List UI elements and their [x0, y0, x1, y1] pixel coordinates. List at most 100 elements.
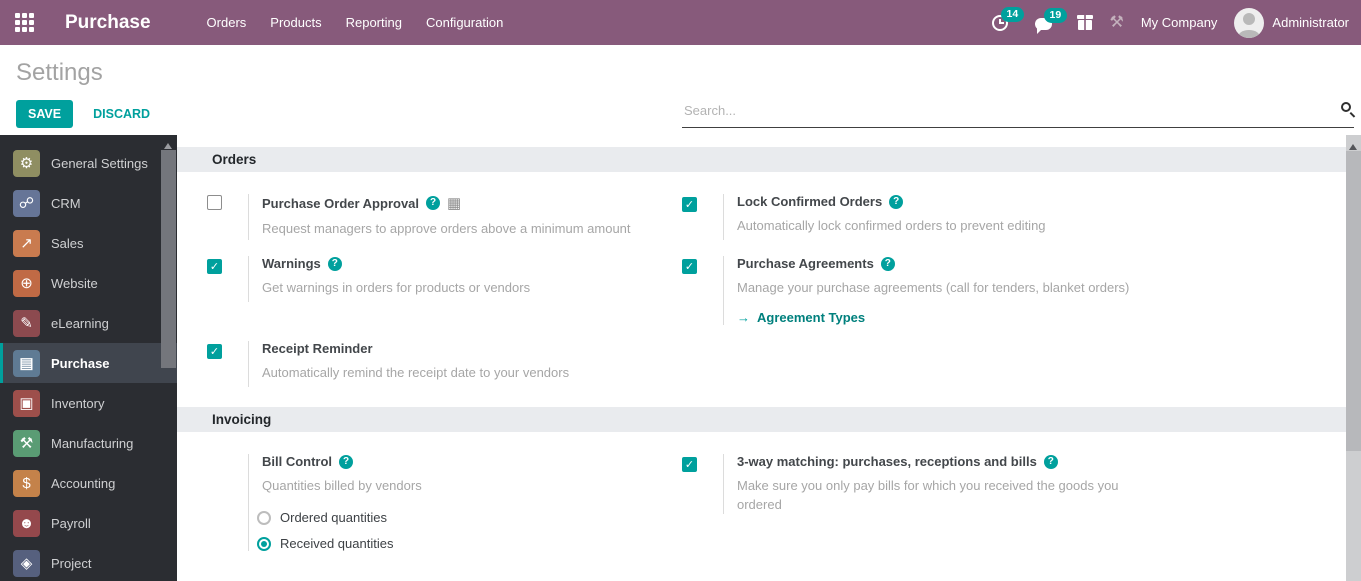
sidebar-item-manufacturing[interactable]: ⚒ Manufacturing	[0, 423, 177, 463]
checkbox-unchecked[interactable]	[207, 195, 222, 210]
section-body-orders: Purchase Order Approval? ▦ Request manager…	[177, 172, 1361, 407]
invoice-icon: $	[13, 469, 40, 497]
enterprise-upgrade-icon: ▦	[447, 195, 462, 212]
scroll-up-icon	[164, 139, 172, 149]
setting-label-text: Purchase Order Approval	[262, 195, 420, 211]
empty-cell	[682, 341, 1361, 387]
sidebar-item-label: Website	[51, 275, 98, 291]
top-menu-orders[interactable]: Orders	[207, 11, 247, 34]
setting-label-text: Receipt Reminder	[262, 341, 373, 356]
setting-bill-control: Bill Control? Quantities billed by vendor…	[207, 454, 682, 551]
content-scrollbar[interactable]	[1346, 135, 1361, 581]
company-switcher[interactable]: My Company	[1141, 15, 1218, 30]
setting-text: Warnings? Get warnings in orders for prod…	[248, 256, 530, 302]
wrench-icon: ⚒	[1109, 13, 1124, 31]
help-icon[interactable]: ?	[880, 256, 895, 271]
user-menu[interactable]: Administrator	[1234, 7, 1349, 38]
help-icon[interactable]: ?	[339, 454, 354, 469]
sidebar-item-payroll[interactable]: ☻ Payroll	[0, 503, 177, 543]
scrollbar-thumb[interactable]	[1346, 151, 1361, 451]
help-icon[interactable]: ?	[889, 194, 904, 209]
search-input[interactable]	[682, 99, 1354, 128]
sidebar-item-label: General Settings	[51, 155, 148, 171]
link-label: Agreement Types	[757, 310, 866, 325]
sidebar-item-label: Purchase	[51, 355, 110, 371]
radio-option-ordered-quantities[interactable]: Ordered quantities	[257, 510, 422, 525]
checkbox-checked[interactable]	[207, 344, 222, 359]
setting-purchase-order-approval: Purchase Order Approval? ▦ Request manager…	[207, 194, 682, 240]
user-name: Administrator	[1272, 15, 1349, 30]
setting-label: Purchase Order Approval? ▦	[262, 194, 631, 212]
systray: 14 19 ⚒ My Company Administrator	[991, 6, 1349, 38]
save-button[interactable]: SAVE	[16, 100, 74, 128]
sidebar-item-label: Sales	[51, 235, 84, 251]
link-agreement-types[interactable]: → Agreement Types	[737, 310, 1129, 325]
checkbox-col	[682, 256, 723, 275]
radio-label: Ordered quantities	[280, 510, 387, 525]
settings-sidebar: ⚙ General Settings ☍ CRM ↗ Sales ⊕ Website ✎ eLea…	[0, 135, 177, 581]
setting-description: Get warnings in orders for products or v…	[262, 280, 531, 295]
setting-label: Lock Confirmed Orders?	[737, 194, 1046, 209]
radio-icon[interactable]	[257, 510, 271, 525]
message-count-badge: 19	[1043, 7, 1068, 23]
apps-grid-icon[interactable]	[15, 13, 34, 32]
help-icon[interactable]: ?	[327, 256, 342, 271]
setting-purchase-agreements: Purchase Agreements? Manage your purchase…	[682, 256, 1361, 325]
radio-selected-icon[interactable]	[257, 536, 271, 551]
help-icon[interactable]: ?	[1043, 454, 1058, 469]
activity-count-badge: 14	[1000, 6, 1025, 22]
section-body-invoicing: Bill Control? Quantities billed by vendor…	[177, 432, 1361, 571]
box-icon: ▣	[13, 389, 40, 417]
setting-text: 3-way matching: purchases, receptions an…	[723, 454, 1145, 514]
sidebar-item-inventory[interactable]: ▣ Inventory	[0, 383, 177, 423]
setting-text: Purchase Order Approval? ▦ Request manager…	[248, 194, 631, 240]
gift-icon	[1076, 15, 1093, 30]
setting-label-text: Lock Confirmed Orders	[737, 194, 883, 209]
gift-button[interactable]	[1076, 15, 1093, 30]
top-menu-configuration[interactable]: Configuration	[426, 11, 503, 34]
activities-button[interactable]: 14	[991, 6, 1025, 31]
help-icon[interactable]: ?	[426, 196, 441, 210]
setting-label-text: Bill Control	[262, 454, 333, 469]
arrow-right-icon: →	[737, 310, 750, 325]
setting-text: Receipt Reminder Automatically remind the…	[248, 341, 569, 387]
messages-button[interactable]: 19	[1034, 7, 1068, 34]
avatar	[1234, 7, 1265, 38]
sidebar-item-label: Accounting	[51, 475, 116, 491]
sidebar-scrollbar[interactable]	[161, 135, 176, 581]
radio-group: Ordered quantities Received quantities	[257, 510, 422, 551]
checkbox-checked[interactable]	[682, 197, 697, 212]
search-box	[682, 99, 1354, 128]
checkbox-col	[207, 256, 248, 275]
card-icon: ▤	[13, 349, 40, 377]
setting-label-text: Warnings	[262, 256, 321, 271]
checkbox-checked[interactable]	[682, 259, 697, 274]
sidebar-item-purchase[interactable]: ▤ Purchase	[0, 343, 177, 383]
wrench-icon: ⚒	[13, 429, 40, 457]
discard-button[interactable]: DISCARD	[93, 107, 150, 121]
sidebar-item-website[interactable]: ⊕ Website	[0, 263, 177, 303]
sidebar-item-accounting[interactable]: $ Accounting	[0, 463, 177, 503]
page-title: Settings	[16, 59, 103, 86]
sidebar-item-crm[interactable]: ☍ CRM	[0, 183, 177, 223]
sidebar-item-elearning[interactable]: ✎ eLearning	[0, 303, 177, 343]
section-header-invoicing: Invoicing	[177, 407, 1361, 432]
scrollbar-thumb[interactable]	[161, 150, 176, 368]
tools-button[interactable]: ⚒	[1109, 13, 1124, 31]
app-name: Purchase	[65, 11, 151, 33]
checkbox-checked[interactable]	[682, 457, 697, 472]
setting-label: Receipt Reminder	[262, 341, 569, 356]
radio-option-received-quantities[interactable]: Received quantities	[257, 536, 422, 551]
top-menu-reporting[interactable]: Reporting	[346, 11, 402, 34]
sidebar-item-project[interactable]: ◈ Project	[0, 543, 177, 581]
sidebar-item-general-settings[interactable]: ⚙ General Settings	[0, 143, 177, 183]
sidebar-item-sales[interactable]: ↗ Sales	[0, 223, 177, 263]
top-nav: Orders Products Reporting Configuration	[207, 11, 504, 34]
sales-chart-icon: ↗	[13, 229, 40, 257]
sidebar-item-label: eLearning	[51, 315, 109, 331]
setting-description: Make sure you only pay bills for which y…	[737, 478, 1119, 512]
search-icon[interactable]	[1341, 102, 1351, 112]
sidebar-item-label: Manufacturing	[51, 435, 134, 451]
checkbox-checked[interactable]	[207, 259, 222, 274]
top-menu-products[interactable]: Products	[270, 11, 321, 34]
